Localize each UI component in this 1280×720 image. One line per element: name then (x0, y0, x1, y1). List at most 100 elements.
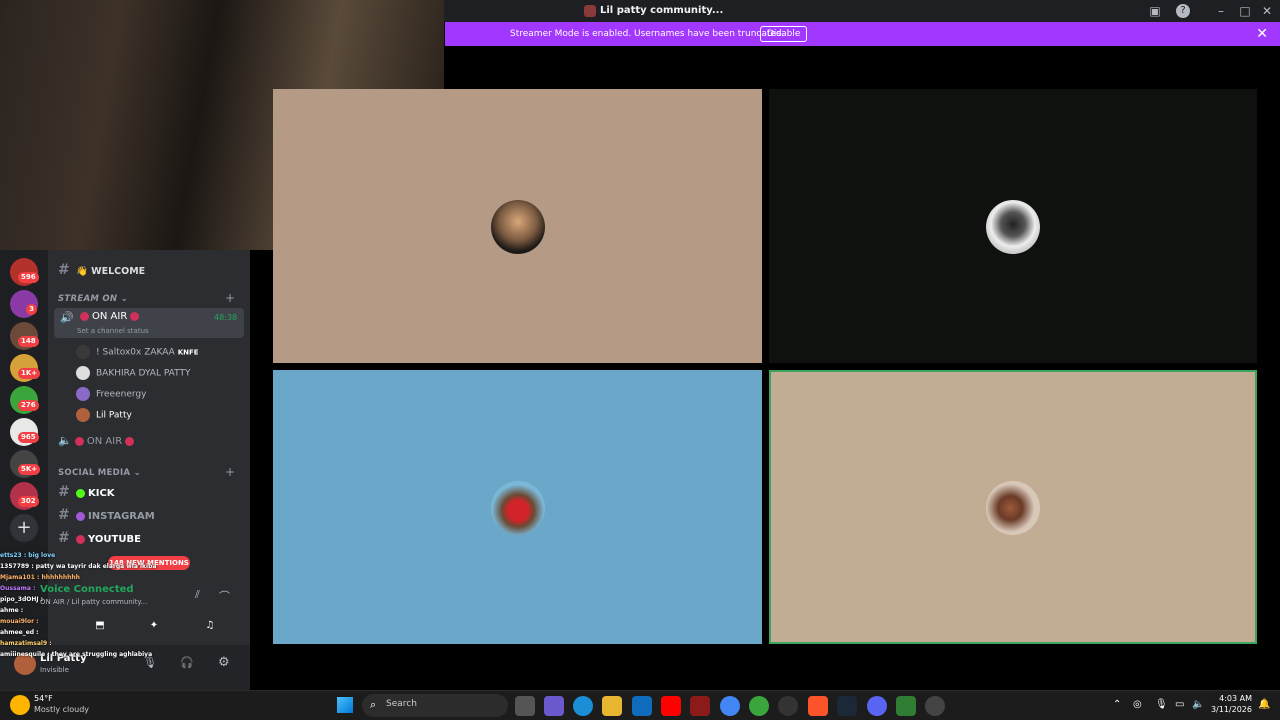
channel-status[interactable]: Set a channel status (77, 327, 149, 335)
channel-welcome-label: WELCOME (91, 266, 146, 277)
windows-start-icon[interactable] (337, 697, 353, 713)
video-tile-2[interactable] (769, 89, 1257, 363)
youtube-icon[interactable] (661, 696, 681, 716)
clock-time[interactable]: 4:03 AM (1214, 694, 1252, 703)
weather-temp: 54°F (34, 694, 53, 703)
search-label: Search (386, 699, 417, 709)
category-stream-label: STREAM ON (58, 294, 118, 304)
category-social-media[interactable]: SOCIAL MEDIA ⌄ (58, 468, 141, 478)
server-badge-8: 302 (18, 496, 39, 507)
close-window-icon[interactable]: ✕ (1260, 4, 1274, 18)
title-bar: Lil patty community... ▣ ? – □ ✕ (444, 0, 1280, 22)
channel-youtube[interactable]: # YOUTUBE (58, 530, 141, 546)
disconnect-icon[interactable]: ⌒ (219, 588, 230, 604)
maximize-icon[interactable]: □ (1238, 4, 1252, 18)
obs-tray-icon[interactable]: ◎ (1133, 699, 1142, 710)
volume-icon[interactable]: 🔈 (1192, 699, 1204, 710)
channel-instagram[interactable]: # INSTAGRAM (58, 507, 155, 523)
video-tile-4-speaking[interactable] (769, 370, 1257, 644)
add-channel-icon[interactable]: + (225, 465, 235, 479)
chat-line: etts23 : big love (0, 552, 56, 559)
chat-line: ahmee_ed : (0, 629, 39, 636)
files-icon[interactable] (602, 696, 622, 716)
category-social-label: SOCIAL MEDIA (58, 468, 131, 478)
help-icon[interactable]: ? (1176, 4, 1190, 18)
chat-line: ahme : (0, 607, 24, 614)
server-badge-2: 3 (26, 304, 37, 315)
server-badge-6: 965 (18, 432, 39, 443)
game-icon[interactable] (749, 696, 769, 716)
red-dot-icon (125, 436, 135, 446)
server-badge-4: 1K+ (18, 368, 41, 379)
search-icon: ⌕ (370, 698, 377, 711)
obs-icon[interactable] (778, 696, 798, 716)
speaker-icon: 🔈 (58, 434, 72, 447)
chevron-down-icon: ⌄ (133, 468, 142, 478)
text-channel-icon: # (58, 530, 70, 546)
voice-user-3[interactable]: Freeenergy (76, 387, 146, 401)
app-icon[interactable] (690, 696, 710, 716)
voice-user-name: BAKHIRA DYAL PATTY (96, 368, 191, 379)
red-shirt-avatar-icon (491, 481, 545, 535)
network-icon[interactable]: ▭ (1175, 699, 1184, 710)
voice-user-name: ! Saltox0x ZAKAA (96, 347, 175, 358)
weather-icon[interactable] (10, 695, 30, 715)
notifications-icon[interactable]: 🔔 (1258, 699, 1270, 710)
wave-icon: 👋 (76, 266, 92, 277)
server-avatar-icon (584, 5, 596, 17)
man-avatar-icon (986, 481, 1040, 535)
steam-icon[interactable] (837, 696, 857, 716)
speaker-icon: 🔊 (60, 311, 74, 324)
copilot-icon[interactable] (544, 696, 564, 716)
stream-chat-overlay: etts23 : big love 1357789 : patty wa tay… (0, 550, 200, 690)
minimize-icon[interactable]: – (1214, 4, 1228, 18)
video-tile-1[interactable] (273, 89, 762, 363)
voice-user-name: Freeenergy (96, 389, 147, 400)
outlook-icon[interactable] (632, 696, 652, 716)
clock-date[interactable]: 3/11/2026 (1208, 705, 1252, 714)
settings-icon[interactable] (925, 696, 945, 716)
channel-on-air-active[interactable]: 🔊 ON AIR 48:38 Set a channel status (54, 308, 244, 338)
chat-line: amiiinesquile : they are struggling aghl… (0, 651, 153, 658)
text-channel-icon: # (58, 507, 70, 523)
window-title: Lil patty community... (600, 5, 724, 16)
close-banner-icon[interactable]: ✕ (1256, 26, 1268, 42)
red-dot-icon (74, 436, 84, 446)
channel-on-air-2[interactable]: 🔈 ON AIR (58, 434, 137, 447)
voice-user-2[interactable]: BAKHIRA DYAL PATTY (76, 366, 190, 380)
microphone-tray-icon[interactable]: 🎙 (1155, 699, 1168, 710)
discord-icon[interactable] (867, 696, 887, 716)
category-stream-on[interactable]: STREAM ON ⌄ (58, 294, 128, 304)
screen-share-icon[interactable]: ▣ (1148, 4, 1162, 18)
user-avatar (76, 345, 90, 359)
chrome-icon[interactable] (720, 696, 740, 716)
gear-icon[interactable]: ⚙ (218, 655, 230, 670)
chevron-up-icon[interactable]: ⌃ (1113, 699, 1121, 710)
on-air-timer: 48:38 (214, 313, 238, 322)
channel-welcome[interactable]: # 👋 WELCOME (58, 262, 145, 278)
chat-line: Mjama101 : hhhhhhhhh (0, 574, 80, 581)
add-channel-icon[interactable]: + (225, 291, 235, 305)
chat-line: 1357789 : patty wa tayrir dak elarga wla… (0, 563, 157, 570)
server-badge-7: 5K+ (18, 464, 41, 475)
edge-icon[interactable] (573, 696, 593, 716)
add-server-icon[interactable]: + (10, 514, 38, 542)
channel-kick[interactable]: # KICK (58, 484, 115, 500)
brave-icon[interactable] (808, 696, 828, 716)
disable-button[interactable]: Disable (760, 26, 808, 42)
bw-face-avatar-icon (986, 200, 1040, 254)
weather-desc: Mostly cloudy (34, 705, 89, 714)
purple-dot-icon (76, 511, 85, 521)
search-bar[interactable]: ⌕ Search (362, 694, 508, 717)
on-air-label: ON AIR (80, 311, 142, 322)
server-badge-3: 148 (18, 336, 39, 347)
voice-user-4[interactable]: Lil Patty (76, 408, 132, 422)
text-channel-icon: # (58, 262, 70, 278)
banner-text: Streamer Mode is enabled. Usernames have… (510, 29, 785, 39)
channel-instagram-label: INSTAGRAM (88, 511, 155, 522)
voice-user-1[interactable]: ! Saltox0x ZAKAA KNFE (76, 345, 199, 359)
voice-user-name: Lil Patty (96, 410, 132, 421)
play-icon[interactable] (896, 696, 916, 716)
task-view-icon[interactable] (515, 696, 535, 716)
video-tile-3[interactable] (273, 370, 762, 644)
